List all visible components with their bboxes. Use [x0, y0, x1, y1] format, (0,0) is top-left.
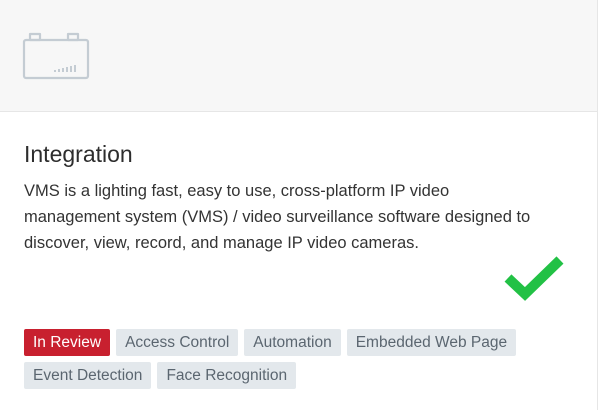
status-badge[interactable]: In Review: [24, 329, 111, 356]
battery-signal-icon: [22, 32, 90, 80]
card-body: Integration VMS is a lighting fast, easy…: [0, 112, 598, 410]
tag-face-recognition[interactable]: Face Recognition: [157, 362, 297, 389]
tag-list: In Review Access Control Automation Embe…: [24, 329, 574, 389]
tag-automation[interactable]: Automation: [244, 329, 341, 356]
card-header: [0, 0, 598, 112]
tag-access-control[interactable]: Access Control: [116, 329, 239, 356]
card-title: Integration: [24, 141, 133, 167]
checkmark-icon: [504, 256, 564, 301]
tag-embedded-web-page[interactable]: Embedded Web Page: [346, 329, 517, 356]
integration-card: Integration VMS is a lighting fast, easy…: [0, 0, 598, 410]
tag-event-detection[interactable]: Event Detection: [24, 362, 152, 389]
card-description: VMS is a lighting fast, easy to use, cro…: [24, 182, 531, 252]
